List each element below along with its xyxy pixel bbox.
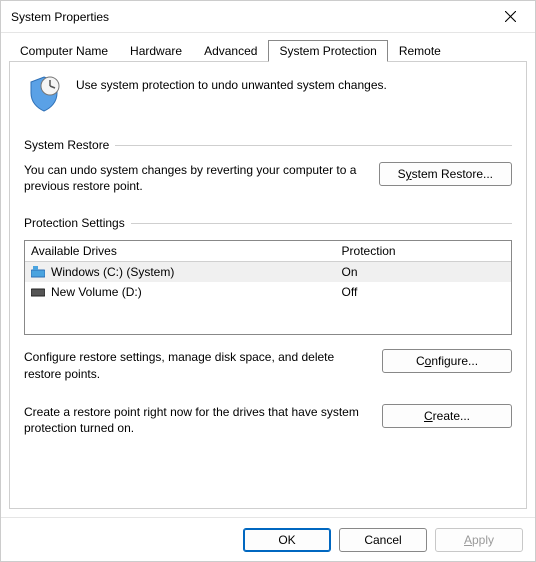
- system-restore-description: You can undo system changes by reverting…: [24, 162, 363, 194]
- dialog-footer: OK Cancel Apply: [1, 517, 535, 561]
- tab-strip: Computer Name Hardware Advanced System P…: [1, 33, 535, 61]
- system-properties-window: System Properties Computer Name Hardware…: [0, 0, 536, 562]
- drive-name: Windows (C:) (System): [51, 265, 174, 279]
- tab-remote[interactable]: Remote: [388, 40, 452, 62]
- window-title: System Properties: [11, 10, 489, 24]
- divider: [115, 145, 512, 146]
- drive-status: On: [342, 265, 505, 279]
- protection-settings-group: Protection Settings Available Drives Pro…: [24, 216, 512, 436]
- apply-button[interactable]: Apply: [435, 528, 523, 552]
- close-icon: [505, 11, 516, 22]
- drive-status: Off: [342, 285, 505, 299]
- configure-description: Configure restore settings, manage disk …: [24, 349, 366, 381]
- intro-text: Use system protection to undo unwanted s…: [76, 74, 387, 92]
- drive-icon: [31, 286, 45, 298]
- divider: [131, 223, 512, 224]
- header-protection: Protection: [342, 244, 505, 258]
- tab-hardware[interactable]: Hardware: [119, 40, 193, 62]
- intro-row: Use system protection to undo unwanted s…: [24, 74, 512, 114]
- close-button[interactable]: [489, 2, 531, 32]
- system-restore-group: System Restore You can undo system chang…: [24, 138, 512, 194]
- create-button[interactable]: Create...: [382, 404, 512, 428]
- system-restore-label: System Restore: [24, 138, 109, 152]
- tab-advanced[interactable]: Advanced: [193, 40, 268, 62]
- drives-table[interactable]: Available Drives Protection Windows (C:)…: [24, 240, 512, 335]
- tab-system-protection[interactable]: System Protection: [268, 40, 387, 62]
- cancel-button[interactable]: Cancel: [339, 528, 427, 552]
- shield-clock-icon: [24, 74, 64, 114]
- system-restore-button[interactable]: System Restore...: [379, 162, 512, 186]
- create-description: Create a restore point right now for the…: [24, 404, 366, 436]
- tab-computer-name[interactable]: Computer Name: [9, 40, 119, 62]
- protection-settings-label: Protection Settings: [24, 216, 125, 230]
- table-header: Available Drives Protection: [25, 241, 511, 262]
- titlebar: System Properties: [1, 1, 535, 33]
- drive-system-icon: [31, 266, 45, 278]
- header-drives: Available Drives: [31, 244, 342, 258]
- tab-panel: Use system protection to undo unwanted s…: [9, 61, 527, 509]
- table-row[interactable]: New Volume (D:) Off: [25, 282, 511, 302]
- configure-button[interactable]: Configure...: [382, 349, 512, 373]
- ok-button[interactable]: OK: [243, 528, 331, 552]
- drive-name: New Volume (D:): [51, 285, 142, 299]
- table-row[interactable]: Windows (C:) (System) On: [25, 262, 511, 282]
